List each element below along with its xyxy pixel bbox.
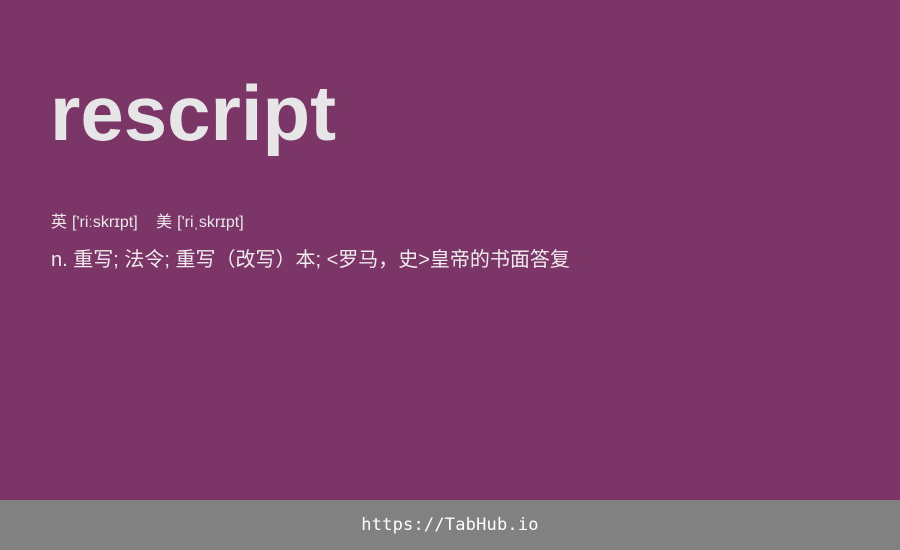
phonetic-us-ipa: ['riˌskrɪpt] xyxy=(177,214,244,231)
phonetic-uk-ipa: ['riːskrɪpt] xyxy=(72,214,138,231)
headword: rescript xyxy=(50,69,337,157)
phonetics-row: 英 ['riːskrɪpt] 美 ['riˌskrɪpt] xyxy=(51,213,244,233)
phonetic-us: 美 ['riˌskrɪpt] xyxy=(156,214,244,231)
word-card: rescript 英 ['riːskrɪpt] 美 ['riˌskrɪpt] n. … xyxy=(0,0,900,500)
definition-text: n. 重写; 法令; 重写（改写）本; <罗马，史>皇帝的书面答复 xyxy=(51,249,570,271)
tabhub-link[interactable]: https://TabHub.io xyxy=(361,515,538,535)
phonetic-uk: 英 ['riːskrɪpt] xyxy=(51,214,142,231)
footer-bar: https://TabHub.io xyxy=(0,500,900,550)
phonetic-us-region: 美 xyxy=(156,214,173,231)
phonetic-uk-region: 英 xyxy=(51,214,68,231)
